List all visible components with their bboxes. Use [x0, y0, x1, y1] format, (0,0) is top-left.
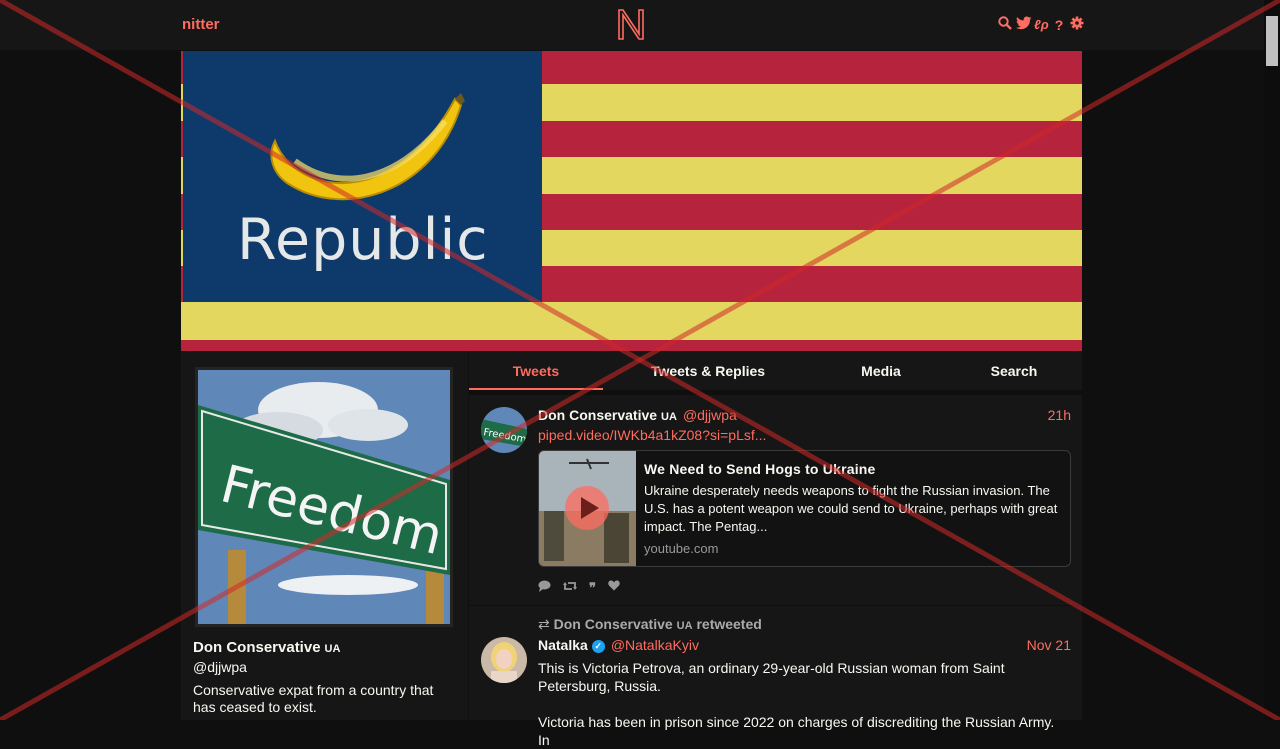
- active-tab-indicator: [469, 388, 603, 390]
- retweet-header: ⇄ Don Conservative UA retweeted: [538, 616, 762, 632]
- nav-icons: ℓρ ?: [998, 16, 1084, 33]
- flag-badge: UA: [661, 411, 677, 423]
- scrollbar[interactable]: [1264, 0, 1280, 720]
- profile-name: Don Conservative UA: [193, 639, 341, 656]
- profile-handle[interactable]: @djjwpa: [193, 659, 247, 675]
- brand-link[interactable]: nitter: [182, 16, 220, 33]
- profile-card: Freedom Don Conservative UA @djjwpa Conse…: [181, 351, 468, 720]
- card-title: We Need to Send Hogs to Ukraine: [644, 461, 876, 477]
- tweet-time[interactable]: Nov 21: [1027, 637, 1071, 653]
- tab-tweets-replies[interactable]: Tweets & Replies: [629, 363, 787, 379]
- tweet-text-continued: Victoria has been in prison since 2022 o…: [538, 714, 1055, 748]
- profile-picture[interactable]: Freedom: [195, 367, 453, 627]
- tweet-link[interactable]: piped.video/IWKb4a1kZ08?si=pLsf...: [538, 427, 766, 443]
- verified-icon: ✓: [591, 639, 605, 653]
- tweet-author[interactable]: Natalka ✓ @NatalkaKyiv: [538, 637, 699, 653]
- tweet-handle[interactable]: @NatalkaKyiv: [611, 637, 699, 653]
- retweet-icon[interactable]: [563, 580, 577, 596]
- help-icon[interactable]: ?: [1052, 17, 1066, 33]
- timeline: Freedom Don Conservative UA @djjwpa 21h pi…: [469, 395, 1082, 748]
- like-icon[interactable]: [608, 580, 620, 596]
- nitter-logo[interactable]: [617, 8, 645, 41]
- banner-text: Republic: [237, 207, 489, 273]
- quote-icon[interactable]: ❞: [589, 580, 596, 596]
- tab-tweets[interactable]: Tweets: [469, 363, 603, 379]
- card-description: Ukraine desperately needs weapons to fig…: [644, 483, 1058, 534]
- tweet-author[interactable]: Don Conservative UA @djjwpa: [538, 407, 737, 423]
- profile-banner: Republic: [181, 51, 1082, 351]
- settings-icon[interactable]: [1070, 16, 1084, 33]
- search-icon[interactable]: [998, 16, 1012, 33]
- card-thumbnail: [539, 451, 636, 566]
- timeline-tabs: Tweets Tweets & Replies Media Search: [469, 351, 1082, 390]
- profile-bio: Conservative expat from a country that h…: [193, 682, 434, 715]
- card-destination: youtube.com: [644, 541, 719, 556]
- comment-icon[interactable]: [538, 580, 551, 596]
- tab-media[interactable]: Media: [839, 363, 923, 379]
- flag-badge: UA: [324, 643, 341, 655]
- tweet-time[interactable]: 21h: [1048, 407, 1071, 423]
- tweet[interactable]: ⇄ Don Conservative UA retweeted Natalka ✓ @…: [469, 606, 1082, 748]
- retweet-icon: ⇄: [538, 616, 550, 632]
- tab-search[interactable]: Search: [974, 363, 1054, 379]
- banner-canton: Republic: [183, 51, 542, 302]
- avatar[interactable]: [481, 637, 527, 683]
- tweet-stats: ❞: [538, 580, 620, 596]
- avatar[interactable]: Freedom: [481, 407, 527, 453]
- lp-icon[interactable]: ℓρ: [1034, 17, 1049, 32]
- tweet[interactable]: Freedom Don Conservative UA @djjwpa 21h pi…: [469, 395, 1082, 606]
- scrollbar-thumb[interactable]: [1266, 16, 1278, 66]
- banana-icon: [270, 93, 465, 201]
- navbar: nitter ℓρ ?: [0, 0, 1280, 51]
- twitter-icon[interactable]: [1016, 16, 1032, 33]
- tweet-text: This is Victoria Petrova, an ordinary 29…: [538, 660, 1005, 694]
- tweet-handle[interactable]: @djjwpa: [683, 407, 737, 423]
- link-card[interactable]: We Need to Send Hogs to Ukraine Ukraine …: [538, 450, 1071, 567]
